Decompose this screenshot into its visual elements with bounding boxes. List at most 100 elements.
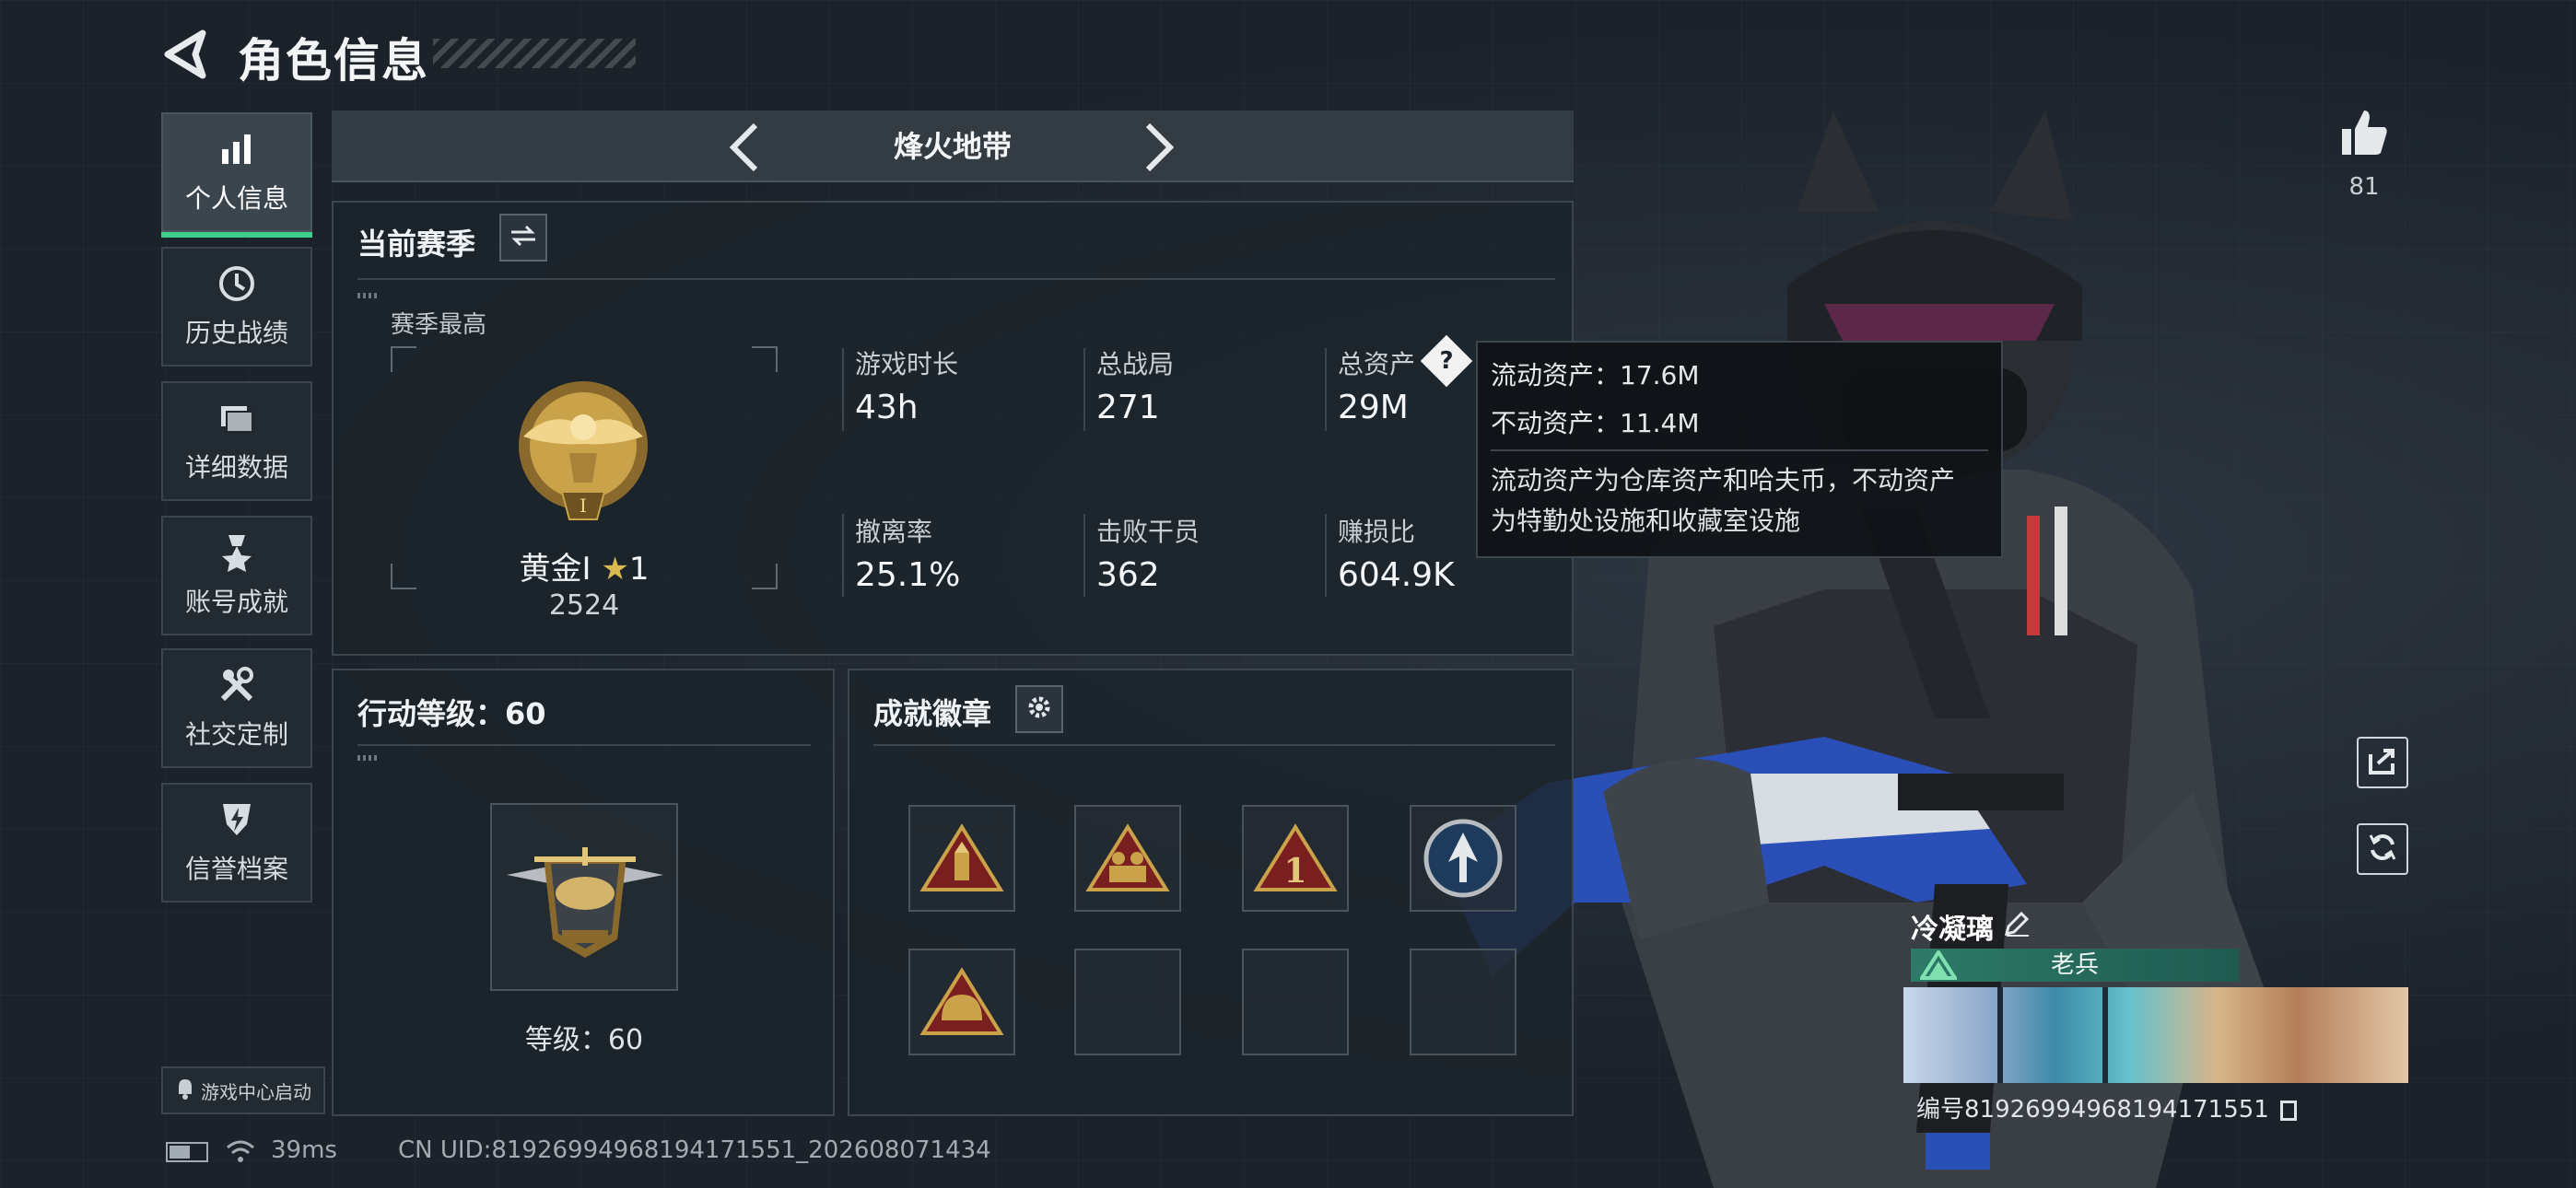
- player-rank: 老兵: [2050, 951, 2099, 979]
- action-level-divider: [357, 744, 811, 746]
- sidebar-item-label: 个人信息: [184, 183, 288, 214]
- stat-value-playtime: 43h: [855, 389, 919, 426]
- stat-divider: [842, 514, 844, 597]
- rank-stars: 1: [628, 551, 650, 588]
- gold-rank-emblem-icon: I: [519, 381, 648, 520]
- season-title: 当前赛季: [357, 227, 476, 262]
- sidebar-item-achievements[interactable]: 账号成就: [161, 516, 312, 635]
- achievements-title: 成就徽章: [873, 696, 992, 731]
- banner-divider: [2102, 987, 2108, 1083]
- rank-score: 2524: [548, 589, 620, 622]
- folder-icon: [217, 398, 257, 438]
- stat-label-total-matches: 总战局: [1096, 349, 1175, 379]
- stripe-decoration: [357, 755, 380, 761]
- season-best-label: 赛季最高: [391, 311, 487, 339]
- star-icon: ★: [601, 551, 629, 588]
- sidebar-item-label: 信誉档案: [184, 854, 288, 884]
- level-text: 等级：60: [524, 1024, 644, 1056]
- mode-name: 烽火地带: [893, 129, 1012, 164]
- battery-icon: [166, 1142, 208, 1162]
- game-center-label: 游戏中心启动: [201, 1080, 311, 1103]
- season-divider: [357, 278, 1555, 280]
- rank-name-row: 黄金I ★1: [391, 543, 778, 588]
- squad-badge-icon: [1085, 823, 1170, 891]
- badge-slot[interactable]: 1: [1242, 805, 1349, 912]
- assets-tooltip: 流动资产：17.6M 不动资产：11.4M 流动资产为仓库资产和哈夫币，不动资产…: [1476, 341, 2003, 558]
- stat-label-profit-ratio: 赚损比: [1338, 517, 1416, 547]
- achievements-divider: [873, 744, 1555, 746]
- badge-slot-empty[interactable]: [1242, 949, 1349, 1055]
- helicopter-emblem-icon: [507, 847, 663, 958]
- sidebar-item-label: 账号成就: [184, 587, 288, 617]
- uid-text: CN UID:81926994968194171551_202608071434: [398, 1136, 991, 1164]
- edit-pencil-icon[interactable]: [2003, 910, 2031, 938]
- shield-icon: [217, 799, 257, 840]
- svg-text:1: 1: [1283, 852, 1306, 891]
- badge-slot[interactable]: [1074, 805, 1181, 912]
- back-arrow-icon[interactable]: [162, 29, 208, 79]
- rank-one-badge-icon: 1: [1253, 823, 1338, 891]
- badge-slot-empty[interactable]: [1074, 949, 1181, 1055]
- help-icon: ?: [1439, 347, 1454, 375]
- stat-value-extraction-rate: 25.1%: [855, 556, 961, 594]
- badge-slot-empty[interactable]: [1410, 949, 1516, 1055]
- stat-label-kills: 击败干员: [1096, 517, 1200, 547]
- stat-label-playtime: 游戏时长: [855, 349, 959, 379]
- tooltip-divider: [1491, 449, 1988, 451]
- badge-slot[interactable]: [1410, 805, 1516, 912]
- stat-value-total-assets: 29M: [1338, 389, 1409, 426]
- stat-value-kills: 362: [1096, 556, 1160, 594]
- wifi-icon: [227, 1140, 254, 1162]
- stat-divider: [1083, 514, 1085, 597]
- sidebar-item-social-custom[interactable]: 社交定制: [161, 648, 312, 768]
- player-id: 编号81926994968194171551: [1916, 1090, 2298, 1124]
- tooltip-liquid-assets: 流动资产：17.6M: [1491, 360, 1700, 390]
- tooltip-desc-line2: 为特勤处设施和收藏室设施: [1491, 506, 1801, 536]
- badge-slot[interactable]: [908, 805, 1015, 912]
- stat-divider: [1325, 348, 1327, 431]
- arrow-badge-icon: [1423, 819, 1503, 898]
- share-button[interactable]: [2357, 737, 2408, 788]
- banner-divider: [1997, 987, 2003, 1083]
- gear-icon: [1025, 693, 1053, 725]
- sidebar-item-label: 详细数据: [184, 452, 288, 483]
- page-title: 角色信息: [238, 34, 429, 87]
- sidebar-item-detailed-data[interactable]: 详细数据: [161, 381, 312, 501]
- stat-value-total-matches: 271: [1096, 389, 1160, 426]
- sidebar-item-label: 社交定制: [184, 719, 288, 750]
- stat-label-total-assets: 总资产: [1338, 349, 1416, 379]
- ping-text: 39ms: [271, 1136, 337, 1164]
- season-switch-button[interactable]: [499, 214, 547, 262]
- refresh-button[interactable]: [2357, 823, 2408, 875]
- stat-value-profit-ratio: 604.9K: [1338, 556, 1455, 594]
- badge-slot[interactable]: [908, 949, 1015, 1055]
- badge-settings-button[interactable]: [1015, 685, 1063, 733]
- sidebar-item-history[interactable]: 历史战绩: [161, 247, 312, 367]
- bar-chart-icon: [217, 129, 257, 169]
- player-id-text: 编号81926994968194171551: [1916, 1096, 2269, 1124]
- copy-icon[interactable]: [2280, 1100, 2298, 1121]
- game-center-button[interactable]: 游戏中心启动: [161, 1066, 325, 1114]
- tools-icon: [217, 665, 257, 705]
- sidebar-item-personal-info[interactable]: 个人信息: [161, 112, 312, 238]
- sidebar-item-label: 历史战绩: [184, 318, 288, 348]
- share-icon: [2367, 745, 2398, 780]
- helmet-badge-icon: [919, 967, 1004, 1035]
- chevron-right-icon[interactable]: [1142, 122, 1176, 173]
- history-icon: [217, 263, 257, 304]
- sidebar-item-reputation[interactable]: 信誉档案: [161, 783, 312, 903]
- rank-name: 黄金I: [519, 551, 591, 588]
- title-decoration: [433, 39, 636, 68]
- swap-icon: [509, 223, 537, 252]
- ammo-badge-icon: [919, 823, 1004, 891]
- like-count: 81: [2348, 173, 2380, 201]
- medal-icon: [217, 532, 257, 573]
- thumbs-up-icon[interactable]: [2338, 107, 2390, 158]
- stat-divider: [1325, 514, 1327, 597]
- tooltip-fixed-assets: 不动资产：11.4M: [1491, 408, 1700, 438]
- stripe-decoration: [357, 293, 380, 298]
- stat-divider: [1083, 348, 1085, 431]
- stat-divider: [842, 348, 844, 431]
- stat-label-extraction-rate: 撤离率: [855, 517, 933, 547]
- tooltip-desc-line1: 流动资产为仓库资产和哈夫币，不动资产: [1491, 465, 1956, 495]
